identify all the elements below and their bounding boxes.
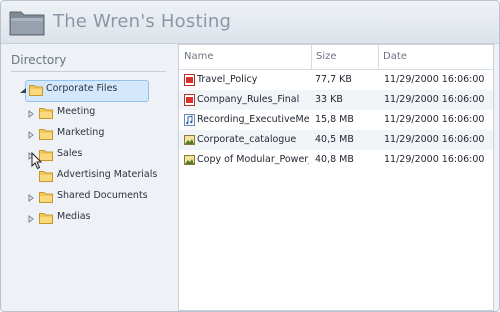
file-list-header: Name Size Date: [179, 45, 493, 70]
collapsed-arrow-icon[interactable]: [27, 215, 35, 223]
mouse-pointer-icon: [31, 152, 43, 170]
column-header-name[interactable]: Name: [184, 51, 214, 62]
tree-item-corporate-files[interactable]: Corporate Files: [19, 80, 149, 102]
tree-item-label: Meeting: [57, 106, 96, 117]
file-name: Corporate_catalogue: [197, 134, 297, 145]
image-file-icon: [184, 135, 195, 145]
file-list: Name Size Date Travel_Policy 77,7 KB 11/…: [178, 44, 494, 311]
tree-item-shared-documents[interactable]: Shared Documents: [27, 189, 167, 207]
tree-item-label: Advertising Materials: [57, 169, 158, 180]
file-size: 33 KB: [315, 94, 343, 105]
file-date: 11/29/2000 16:06:00: [384, 74, 485, 85]
tree-item-label: Shared Documents: [57, 190, 148, 201]
tree-item-sales[interactable]: Sales: [27, 147, 157, 165]
tree-item-label: Medias: [57, 211, 91, 222]
file-row-travel-policy[interactable]: Travel_Policy 77,7 KB 11/29/2000 16:06:0…: [179, 70, 493, 90]
title-bar: The Wren's Hosting: [1, 1, 499, 44]
file-name: Recording_ExecutiveMeet: [197, 114, 309, 125]
pdf-icon: [184, 94, 195, 106]
pdf-icon: [184, 74, 195, 86]
directory-panel: Directory Corporate Files Meeting Market…: [1, 44, 177, 309]
audio-file-icon: [184, 114, 195, 126]
folder-icon: [39, 213, 53, 224]
folder-icon: [29, 85, 43, 96]
file-date: 11/29/2000 16:06:00: [384, 154, 485, 165]
folder-icon: [39, 129, 53, 140]
file-size: 40,5 MB: [315, 134, 354, 145]
file-size: 40,8 MB: [315, 154, 354, 165]
tree-item-label: Corporate Files: [46, 83, 118, 94]
file-row-company-rules[interactable]: Company_Rules_Final 33 KB 11/29/2000 16:…: [179, 90, 493, 110]
app-title: The Wren's Hosting: [53, 11, 232, 32]
collapsed-arrow-icon[interactable]: [27, 110, 35, 118]
file-row-recording[interactable]: Recording_ExecutiveMeet 15,8 MB 11/29/20…: [179, 110, 493, 130]
folder-icon: [39, 171, 53, 182]
tree-item-advertising-materials[interactable]: Advertising Materials: [27, 168, 172, 186]
file-date: 11/29/2000 16:06:00: [384, 134, 485, 145]
file-name: Travel_Policy: [197, 74, 258, 85]
tree-item-label: Sales: [57, 148, 83, 159]
column-separator[interactable]: [311, 45, 312, 69]
file-size: 77,7 KB: [315, 74, 352, 85]
app-window: The Wren's Hosting Directory Corporate F…: [0, 0, 500, 312]
file-name: Company_Rules_Final: [197, 94, 300, 105]
column-header-date[interactable]: Date: [383, 51, 407, 62]
tree-item-meeting[interactable]: Meeting: [27, 105, 157, 123]
directory-heading: Directory: [11, 53, 67, 67]
image-file-icon: [184, 155, 195, 165]
column-separator[interactable]: [378, 45, 379, 69]
tree-item-medias[interactable]: Medias: [27, 210, 157, 228]
folder-icon: [39, 108, 53, 119]
expanded-arrow-icon[interactable]: [19, 87, 27, 95]
divider: [11, 71, 166, 72]
file-date: 11/29/2000 16:06:00: [384, 94, 485, 105]
column-header-size[interactable]: Size: [316, 51, 337, 62]
file-date: 11/29/2000 16:06:00: [384, 114, 485, 125]
tree-item-marketing[interactable]: Marketing: [27, 126, 157, 144]
file-size: 15,8 MB: [315, 114, 354, 125]
folder-icon: [9, 11, 45, 36]
file-row-corporate-catalogue[interactable]: Corporate_catalogue 40,5 MB 11/29/2000 1…: [179, 130, 493, 150]
tree-item-label: Marketing: [57, 127, 105, 138]
file-name: Copy of Modular_Power_I: [197, 154, 309, 165]
file-row-modular-power[interactable]: Copy of Modular_Power_I 40,8 MB 11/29/20…: [179, 150, 493, 170]
folder-icon: [39, 192, 53, 203]
collapsed-arrow-icon[interactable]: [27, 131, 35, 139]
collapsed-arrow-icon[interactable]: [27, 194, 35, 202]
